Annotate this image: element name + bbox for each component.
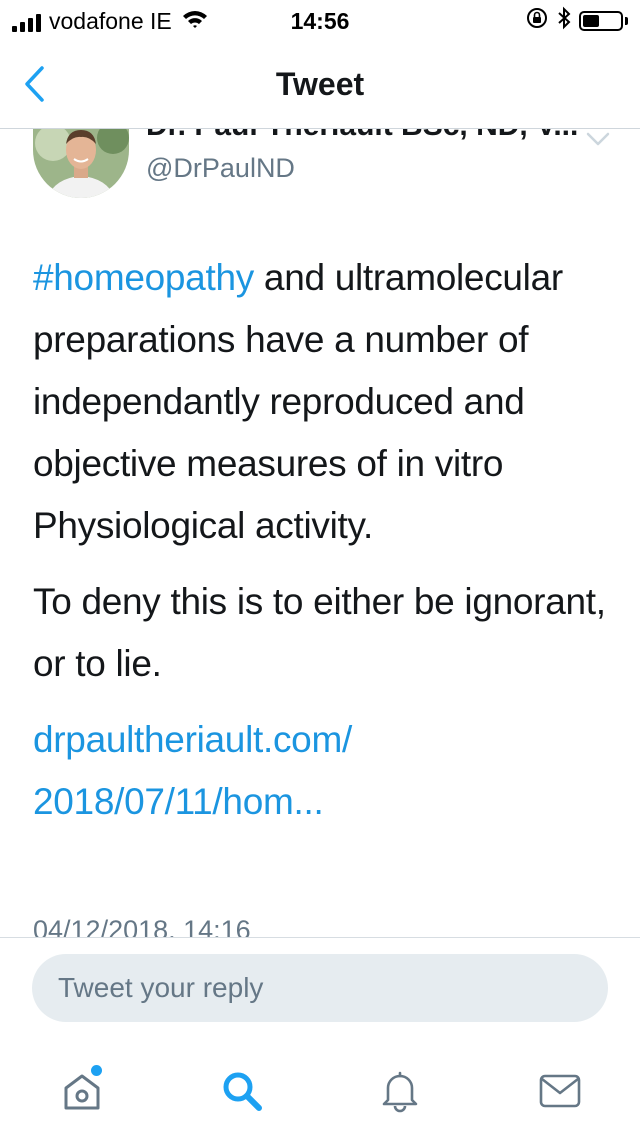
status-bar: vodafone IE 14:56	[0, 0, 640, 40]
orientation-lock-icon	[525, 6, 549, 35]
battery-icon	[579, 10, 623, 31]
tab-notifications[interactable]	[370, 1061, 430, 1121]
tweet-body-1: and ultramolecular preparations have a n…	[33, 257, 563, 546]
chevron-down-icon[interactable]	[586, 131, 610, 147]
notifications-icon	[382, 1071, 418, 1113]
battery-nub	[625, 16, 628, 25]
search-icon	[223, 1072, 262, 1111]
reply-bar: Tweet your reply	[0, 937, 640, 1050]
tab-home[interactable]	[52, 1061, 112, 1121]
author-handle[interactable]: @DrPaulND	[146, 153, 295, 184]
tweet-detail: Dr. Paul Theriault BSc, ND, V... @DrPaul…	[0, 129, 640, 937]
tweet-paragraph-2: To deny this is to either be ignorant, o…	[33, 581, 606, 684]
tweet-timestamp: 04/12/2018, 14:16	[33, 915, 251, 937]
tab-messages[interactable]	[530, 1061, 590, 1121]
status-right	[525, 6, 628, 35]
page-title: Tweet	[275, 66, 365, 102]
avatar[interactable]	[33, 129, 129, 198]
hashtag-link[interactable]: #homeopathy	[33, 257, 254, 298]
author-name[interactable]: Dr. Paul Theriault BSc, ND, V...	[146, 129, 586, 143]
nav-bar: Tweet	[0, 40, 640, 129]
bluetooth-icon	[557, 6, 571, 35]
reply-input[interactable]: Tweet your reply	[32, 954, 608, 1022]
messages-icon	[539, 1074, 581, 1108]
tweet-paragraph-1: #homeopathy and ultramolecular preparati…	[33, 247, 613, 557]
tab-bar	[0, 1049, 640, 1136]
tab-search[interactable]	[212, 1061, 272, 1121]
tweet-text: #homeopathy and ultramolecular preparati…	[33, 247, 613, 847]
battery-level	[583, 14, 600, 27]
url-link[interactable]: drpaultheriault.com/ 2018/07/11/hom...	[33, 709, 453, 833]
new-content-dot	[91, 1065, 102, 1076]
tweet-paragraph-3: drpaultheriault.com/ 2018/07/11/hom...	[33, 709, 613, 833]
